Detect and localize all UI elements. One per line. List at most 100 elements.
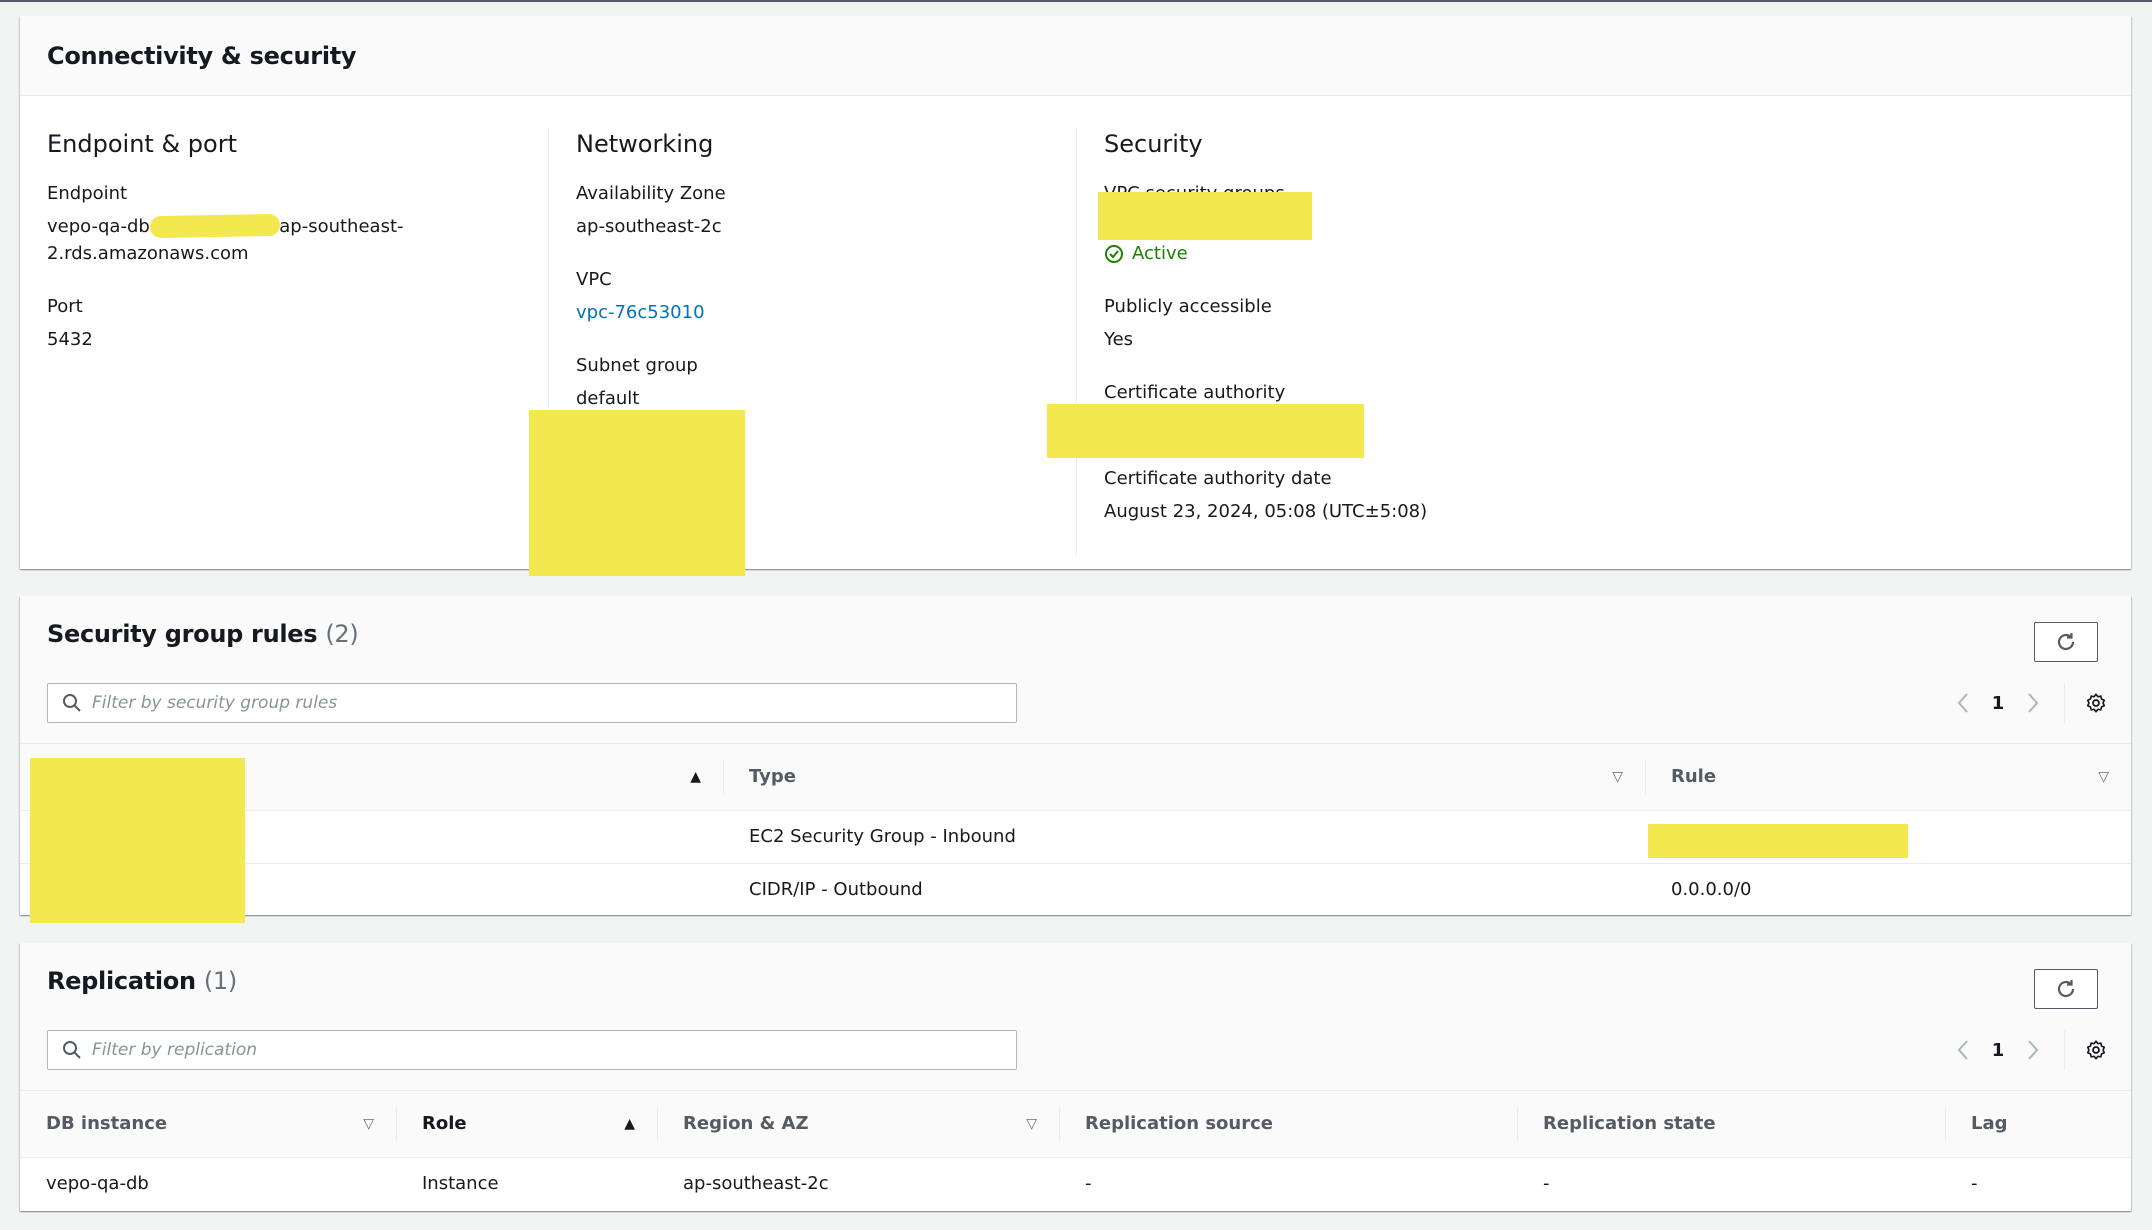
vpc-link[interactable]: vpc-76c53010 (576, 302, 705, 323)
check-circle-icon (1105, 244, 1123, 263)
vpc-label: VPC (576, 269, 612, 290)
preferences-button[interactable] (2085, 1039, 2107, 1061)
redaction-mark (149, 213, 281, 239)
redaction-box (30, 758, 245, 923)
certificate-authority-date-label: Certificate authority date (1104, 468, 1332, 489)
column-header-replication-source: Replication source (1059, 1091, 1517, 1158)
vpc-field: VPC vpc-76c53010 (576, 266, 1076, 326)
redaction-box (1098, 192, 1312, 240)
security-group-rules-filter-input[interactable] (92, 693, 972, 713)
publicly-accessible-label: Publicly accessible (1104, 296, 1272, 317)
replication-table: DB instance ▽ Role ▲ Region & AZ ▽ Replicat… (20, 1091, 2131, 1210)
certificate-authority-date-field: Certificate authority date August 23, 20… (1104, 465, 2131, 525)
refresh-button[interactable] (2034, 622, 2098, 662)
subnet-group-value: default (576, 388, 640, 409)
search-icon (63, 1041, 81, 1059)
search-icon (63, 694, 81, 712)
vpc-sg-status: Active (1104, 240, 2131, 267)
security-group-rules-panel: Security group rules (2) 1 (20, 596, 2131, 923)
sort-icon: ▽ (1026, 1115, 1037, 1132)
refresh-icon (2057, 633, 2075, 651)
endpoint-label: Endpoint (47, 183, 128, 204)
previous-page-button[interactable] (1948, 1039, 1978, 1061)
table-header-row: ▲ Type ▽ Rule ▽ (20, 744, 2131, 811)
region-az-cell: ap-southeast-2c (683, 1173, 829, 1195)
column-header-region-az[interactable]: Region & AZ ▽ (657, 1091, 1059, 1158)
connectivity-security-panel: Connectivity & security Endpoint & port … (20, 16, 2131, 576)
next-page-button[interactable] (2018, 1039, 2048, 1061)
count-badge: (2) (325, 620, 359, 648)
sort-icon: ▽ (363, 1115, 374, 1132)
vpc-sg-status-text: Active (1132, 243, 1188, 264)
availability-zone-label: Availability Zone (576, 183, 726, 204)
availability-zone-field: Availability Zone ap-southeast-2c (576, 180, 1076, 240)
endpoint-port-column: Endpoint & port Endpoint vepo-qa-db. .ap-… (20, 96, 548, 556)
sort-icon: ▽ (1612, 768, 1623, 785)
preferences-button[interactable] (2085, 692, 2107, 714)
publicly-accessible-field: Publicly accessible Yes (1104, 293, 2131, 353)
redaction-box (1648, 824, 1908, 858)
title-text: Security group rules (47, 620, 318, 648)
chevron-right-icon (2028, 693, 2039, 713)
type-cell: CIDR/IP - Outbound (749, 879, 923, 901)
page-number[interactable]: 1 (1978, 693, 2018, 714)
column-header-type[interactable]: Type ▽ (723, 744, 1645, 811)
column-header-db-instance[interactable]: DB instance ▽ (20, 1091, 396, 1158)
panel-title: Connectivity & security (47, 42, 357, 70)
replication-state-cell: - (1543, 1173, 1550, 1195)
port-field: Port 5432 (47, 293, 548, 353)
port-value: 5432 (47, 329, 93, 350)
column-header-role[interactable]: Role ▲ (396, 1091, 657, 1158)
filter-input-wrapper (47, 1030, 1017, 1070)
endpoint-prefix: vepo-qa-db. (47, 216, 156, 237)
chevron-left-icon (1957, 1040, 1968, 1060)
count-badge: (1) (203, 967, 237, 995)
title-text: Replication (47, 967, 196, 995)
sort-icon: ▽ (2098, 768, 2109, 785)
sort-ascending-icon: ▲ (690, 768, 701, 785)
certificate-authority-label: Certificate authority (1104, 382, 1286, 403)
column-header-replication-state: Replication state (1517, 1091, 1945, 1158)
publicly-accessible-value: Yes (1104, 329, 1134, 350)
pagination: 1 (1948, 1030, 2107, 1070)
endpoint-suffix: .ap-southeast- (273, 216, 404, 237)
table-row: CIDR/IP - Outbound 0.0.0.0/0 (20, 863, 2131, 916)
endpoint-field: Endpoint vepo-qa-db. .ap-southeast- 2.rds… (47, 180, 548, 267)
type-cell: EC2 Security Group - Inbound (723, 810, 1645, 864)
endpoint-port-heading: Endpoint & port (47, 130, 237, 158)
table-header-zone: Security group rules (2) 1 (20, 596, 2131, 744)
panel-title: Replication (1) (47, 967, 237, 995)
page-number[interactable]: 1 (1978, 1040, 2018, 1061)
lag-cell: - (1971, 1173, 1978, 1195)
pager-divider (2064, 683, 2065, 723)
replication-source-cell: - (1085, 1173, 1092, 1195)
refresh-button[interactable] (2034, 969, 2098, 1009)
role-cell: Instance (422, 1173, 499, 1195)
networking-heading: Networking (576, 130, 714, 158)
filter-input-wrapper (47, 683, 1017, 723)
replication-filter-input[interactable] (92, 1040, 972, 1060)
certificate-authority-date-value: August 23, 2024, 05:08 (UTC±5:08) (1104, 501, 1428, 522)
next-page-button[interactable] (2018, 692, 2048, 714)
replication-panel: Replication (1) 1 (20, 943, 2131, 1211)
table-header-row: DB instance ▽ Role ▲ Region & AZ ▽ Replicat… (20, 1091, 2131, 1158)
chevron-right-icon (2028, 1040, 2039, 1060)
chevron-left-icon (1957, 693, 1968, 713)
redaction-box (1047, 404, 1364, 458)
column-header-rule[interactable]: Rule ▽ (1645, 744, 2131, 811)
table-row: vepo-qa-db Instance ap-southeast-2c - - … (20, 1157, 2131, 1210)
security-heading: Security (1104, 130, 1203, 158)
gear-icon (2086, 693, 2106, 713)
table-header-zone: Replication (1) 1 (20, 943, 2131, 1091)
sort-ascending-icon: ▲ (624, 1115, 635, 1132)
gear-icon (2086, 1040, 2106, 1060)
panel-title: Security group rules (2) (47, 620, 359, 648)
pagination: 1 (1948, 683, 2107, 723)
endpoint-line2: 2.rds.amazonaws.com (47, 243, 249, 264)
endpoint-value: vepo-qa-db. .ap-southeast- 2.rds.amazonaw… (47, 213, 548, 267)
pager-divider (2064, 1030, 2065, 1070)
panel-header: Connectivity & security (20, 16, 2131, 96)
previous-page-button[interactable] (1948, 692, 1978, 714)
subnet-group-field: Subnet group default (576, 352, 1076, 412)
subnet-group-label: Subnet group (576, 355, 698, 376)
